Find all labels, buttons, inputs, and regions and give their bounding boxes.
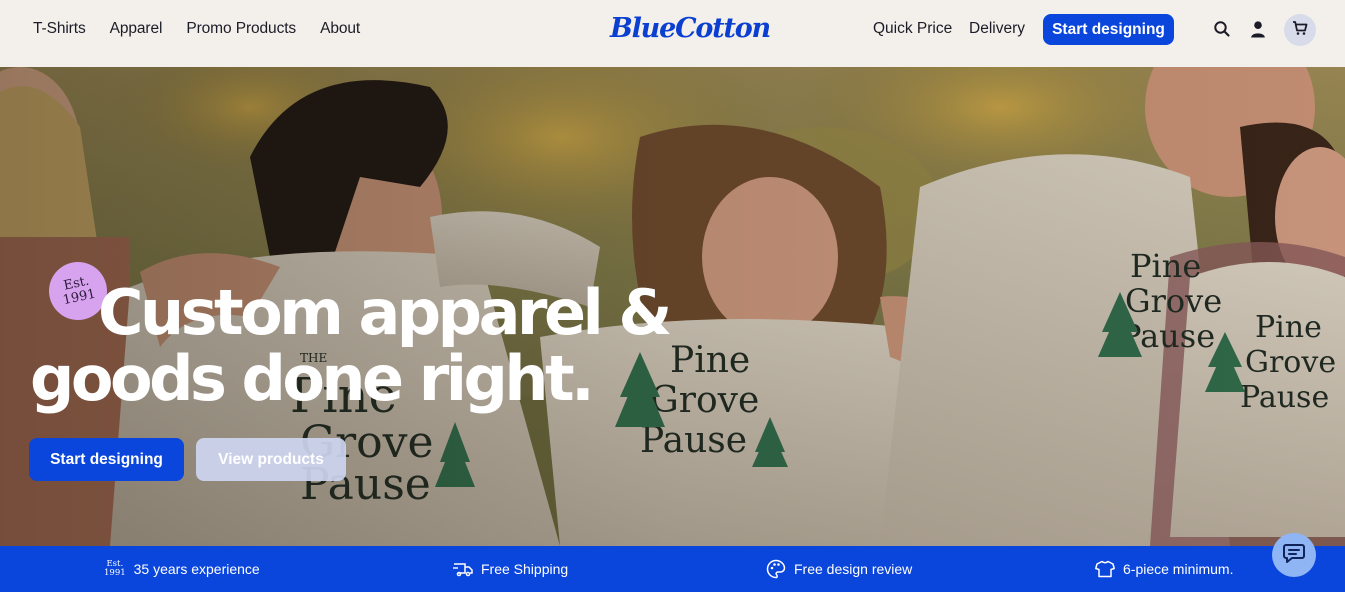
cart-icon xyxy=(1292,20,1308,41)
feature-minimum-label: 6-piece minimum. xyxy=(1123,561,1234,577)
headline-line-1: Custom apparel & xyxy=(98,276,672,349)
hero-section: THE Pine Grove Pause Pine Grove Pause Pi… xyxy=(0,67,1345,546)
truck-icon xyxy=(453,561,473,577)
logo-text: BlueCotton xyxy=(610,13,771,44)
palette-icon xyxy=(766,559,786,579)
features-bar: Est. 1991 35 years experience Free Shippi… xyxy=(0,546,1345,592)
hero-start-designing-button[interactable]: Start designing xyxy=(29,438,184,481)
account-icon[interactable] xyxy=(1249,20,1267,38)
feature-minimum: 6-piece minimum. xyxy=(1095,546,1233,592)
header-start-designing-button[interactable]: Start designing xyxy=(1043,14,1174,45)
site-header: T-Shirts Apparel Promo Products About Bl… xyxy=(0,0,1345,67)
feature-shipping: Free Shipping xyxy=(453,546,568,592)
feature-design-review-label: Free design review xyxy=(794,561,913,577)
cart-button[interactable] xyxy=(1284,14,1316,46)
primary-nav: T-Shirts Apparel Promo Products About xyxy=(33,20,384,38)
feature-experience: Est. 1991 35 years experience xyxy=(104,546,260,592)
nav-about[interactable]: About xyxy=(320,20,360,38)
nav-quick-price[interactable]: Quick Price xyxy=(873,20,952,38)
nav-tshirts[interactable]: T-Shirts xyxy=(33,20,86,38)
chat-button[interactable] xyxy=(1272,533,1316,577)
brand-logo[interactable]: BlueCotton xyxy=(608,9,771,51)
hero-headline: Custom apparel & goods done right. xyxy=(30,276,672,415)
headline-line-2: goods done right. xyxy=(30,342,595,415)
feature-design-review: Free design review xyxy=(766,546,912,592)
search-icon[interactable] xyxy=(1213,20,1231,38)
nav-delivery[interactable]: Delivery xyxy=(969,20,1025,38)
chat-icon xyxy=(1283,543,1305,568)
nav-apparel[interactable]: Apparel xyxy=(110,20,163,38)
est-1991-icon: Est. 1991 xyxy=(104,559,126,578)
nav-promo-products[interactable]: Promo Products xyxy=(186,20,296,38)
feature-experience-label: 35 years experience xyxy=(133,561,260,577)
feature-shipping-label: Free Shipping xyxy=(481,561,569,577)
tshirt-icon xyxy=(1095,560,1115,578)
hero-view-products-button[interactable]: View products xyxy=(196,438,346,481)
